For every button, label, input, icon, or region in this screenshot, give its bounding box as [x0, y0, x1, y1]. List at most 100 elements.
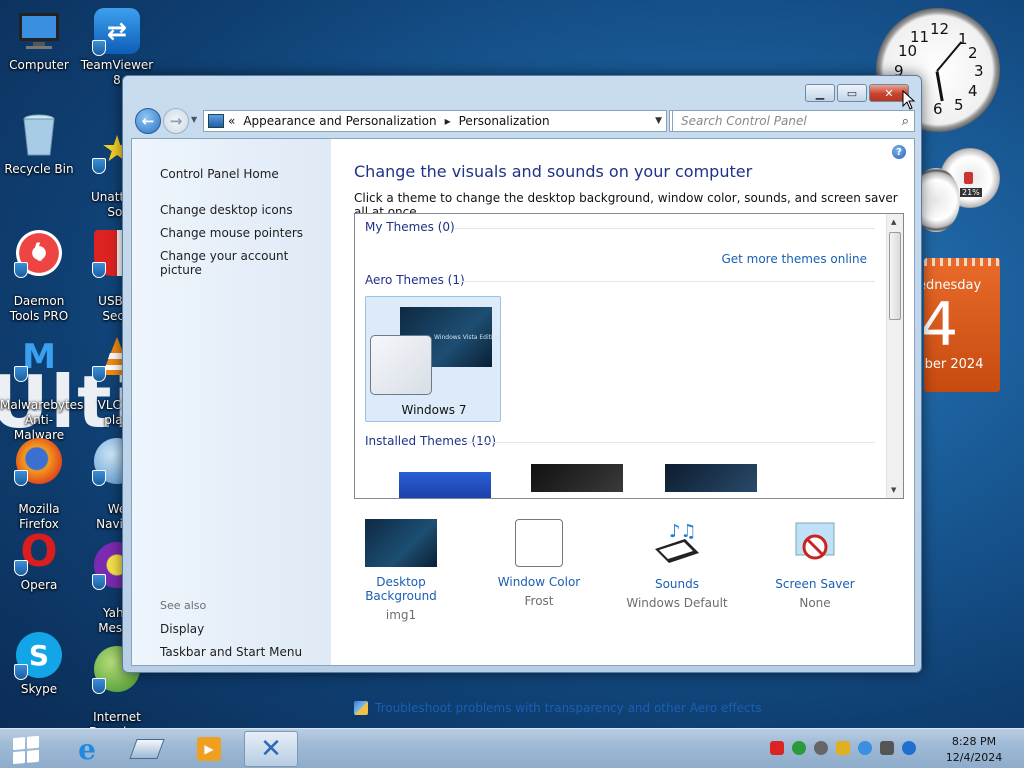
system-tray	[770, 741, 916, 755]
troubleshoot-label[interactable]: Troubleshoot problems with transparency …	[375, 701, 762, 715]
desktop-background-label[interactable]: Desktop Background	[341, 575, 461, 603]
installed-theme-thumbnail[interactable]	[399, 472, 491, 498]
windows-logo-pane	[13, 737, 25, 751]
navigation-bar: ← → ▼ « Appearance and Personalization ▸…	[131, 106, 915, 134]
see-also-heading: See also	[160, 599, 207, 612]
group-installed-themes[interactable]: Installed Themes (10)	[365, 434, 496, 448]
sounds-value: Windows Default	[626, 596, 728, 610]
address-bar[interactable]: « Appearance and Personalization ▸ Perso…	[203, 110, 667, 132]
sidebar-link-mouse-pointers[interactable]: Change mouse pointers	[160, 226, 303, 240]
control-panel-icon	[208, 114, 224, 128]
breadcrumb-separator-icon[interactable]: ▸	[445, 114, 451, 128]
sounds-setting[interactable]: ♪♫ Sounds Windows Default	[617, 519, 737, 610]
sidebar-link-desktop-icons[interactable]: Change desktop icons	[160, 203, 293, 217]
taskbar-internet-explorer[interactable]: e	[60, 731, 114, 767]
calendar-month-year: mber 2024	[924, 357, 984, 372]
sidebar-link-account-picture[interactable]: Change your account picture	[160, 249, 331, 277]
breadcrumb-appearance[interactable]: Appearance and Personalization	[243, 114, 436, 128]
search-icon[interactable]: ⌕	[902, 114, 909, 129]
breadcrumb-personalization[interactable]: Personalization	[459, 114, 550, 128]
taskbar-date: 12/4/2024	[945, 751, 1003, 764]
control-panel-icon: ✕	[260, 734, 282, 764]
search-input[interactable]: Search Control Panel ⌕	[672, 110, 915, 132]
forward-arrow-icon: →	[169, 112, 183, 130]
computer-icon	[16, 8, 62, 54]
screen-saver-label[interactable]: Screen Saver	[755, 577, 875, 591]
sidebar-link-taskbar[interactable]: Taskbar and Start Menu	[160, 645, 302, 659]
group-my-themes[interactable]: My Themes (0)	[365, 220, 455, 234]
network-tray-icon[interactable]	[792, 741, 806, 755]
desktop-icon-opera[interactable]: O Opera	[0, 526, 78, 593]
desktop-background-icon	[365, 519, 437, 567]
clock-number: 6	[933, 100, 943, 118]
calendar-gadget[interactable]: ednesday 4 mber 2024	[924, 258, 1000, 392]
window-controls: ▁ ▭ ✕	[805, 84, 909, 102]
daemon-tools-icon: ϟ	[14, 230, 62, 278]
security-tray-icon[interactable]	[770, 741, 784, 755]
malwarebytes-icon: M	[14, 334, 62, 382]
recycle-bin-icon	[16, 112, 62, 158]
sidebar-link-control-panel-home[interactable]: Control Panel Home	[160, 167, 279, 181]
windows-explorer-icon	[129, 739, 165, 759]
scroll-up-icon[interactable]: ▲	[891, 218, 896, 226]
window-color-label[interactable]: Window Color	[479, 575, 599, 589]
mouse-cursor-icon	[902, 90, 916, 110]
screen-saver-setting[interactable]: Screen Saver None	[755, 519, 875, 610]
address-dropdown-icon[interactable]: ▼	[655, 116, 662, 126]
troubleshoot-link[interactable]: Troubleshoot problems with transparency …	[354, 701, 762, 715]
taskbar-media-player[interactable]: ▶	[182, 731, 236, 767]
update-tray-icon[interactable]	[836, 741, 850, 755]
sounds-label[interactable]: Sounds	[617, 577, 737, 591]
meter-icon	[964, 172, 973, 184]
theme-window-color-swatch	[370, 335, 432, 395]
cpu-meter-gadget[interactable]: 21%	[912, 148, 1002, 238]
theme-name: Windows 7	[401, 403, 467, 417]
installed-theme-thumbnail[interactable]	[665, 464, 757, 492]
chat-tray-icon[interactable]	[814, 741, 828, 755]
clock-number: 12	[930, 20, 950, 38]
desktop-icon-label: Skype	[20, 682, 58, 696]
window-color-setting[interactable]: Window Color Frost	[479, 519, 599, 608]
personalization-window: ▁ ▭ ✕ ← → ▼ « Appearance and Personaliza…	[122, 75, 922, 715]
back-button[interactable]: ←	[135, 108, 161, 134]
troubleshoot-shield-icon	[354, 701, 368, 715]
svg-text:♪♫: ♪♫	[669, 521, 697, 542]
minimize-button[interactable]: ▁	[805, 84, 835, 102]
calendar-day-number: 4	[924, 290, 959, 360]
desktop-icon-label: Computer	[9, 58, 69, 72]
start-button[interactable]	[8, 733, 42, 766]
group-divider	[457, 281, 875, 282]
maximize-button[interactable]: ▭	[837, 84, 867, 102]
breadcrumb-overflow[interactable]: «	[228, 114, 235, 128]
taskbar: e ▶ ✕ 8:28 PM 12/4/2024	[0, 728, 1024, 768]
theme-list[interactable]: My Themes (0) Get more themes online Aer…	[354, 213, 904, 499]
get-more-themes-link[interactable]: Get more themes online	[721, 252, 867, 266]
cloud-tray-icon[interactable]	[858, 741, 872, 755]
group-aero-themes[interactable]: Aero Themes (1)	[365, 273, 465, 287]
firefox-icon	[14, 438, 62, 486]
clock-number: 4	[968, 82, 978, 100]
bluetooth-tray-icon[interactable]	[902, 741, 916, 755]
recent-pages-dropdown[interactable]: ▼	[191, 115, 197, 124]
desktop-background-setting[interactable]: Desktop Background img1	[341, 519, 461, 622]
display-tray-icon[interactable]	[880, 741, 894, 755]
theme-thumbnail-text: Windows Vista Edition	[434, 334, 501, 341]
taskbar-control-panel[interactable]: ✕	[244, 731, 298, 767]
desktop-icon-skype[interactable]: S Skype	[0, 632, 78, 697]
desktop-icon-recycle-bin[interactable]: Recycle Bin	[0, 112, 78, 177]
desktop-icon-computer[interactable]: Computer	[0, 8, 78, 73]
sounds-icon: ♪♫	[651, 519, 703, 569]
clock-hour-hand	[935, 71, 944, 102]
help-icon[interactable]: ?	[892, 145, 906, 159]
sidebar-link-display[interactable]: Display	[160, 622, 204, 636]
taskbar-windows-explorer[interactable]	[120, 731, 174, 767]
windows-logo-pane	[13, 751, 25, 765]
scroll-down-icon[interactable]: ▼	[891, 486, 896, 494]
installed-theme-thumbnail[interactable]	[531, 464, 623, 492]
taskbar-clock[interactable]: 8:28 PM 12/4/2024	[936, 734, 1012, 766]
theme-list-scrollbar[interactable]: ▲ ▼	[886, 214, 903, 498]
scrollbar-thumb[interactable]	[889, 232, 901, 320]
group-divider	[465, 442, 875, 443]
forward-button[interactable]: →	[163, 108, 189, 134]
theme-tile-windows-7[interactable]: Windows Vista Edition Windows 7	[365, 296, 501, 422]
